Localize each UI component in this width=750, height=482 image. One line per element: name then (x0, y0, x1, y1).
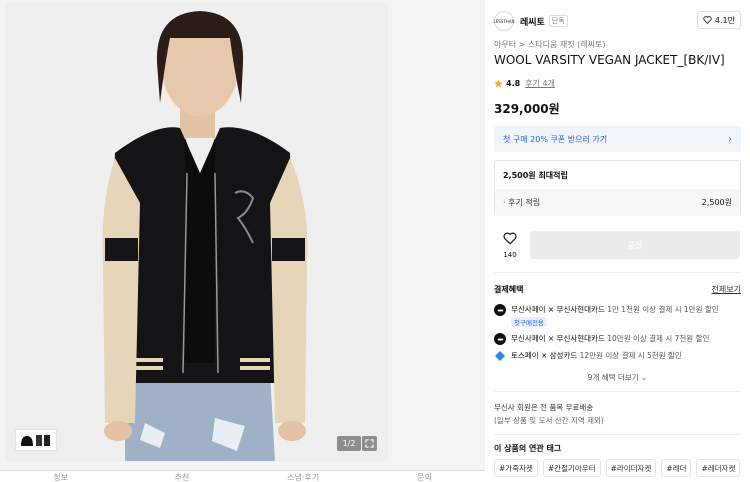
divider (494, 434, 741, 435)
tag-chip[interactable]: #간절기아우터 (542, 459, 601, 477)
benefit-name: 무신사페이 × 무신사현대카드 (511, 334, 605, 343)
benefit-name: 무신사페이 × 무신사현대카드 (511, 305, 605, 314)
detail-tabs: 정보 추천 스냅·후기 문의 (0, 470, 485, 482)
review-link[interactable]: 후기 4개 (525, 78, 555, 89)
brand-logo[interactable]: LESSTHAN (494, 11, 515, 31)
tab-inquiry[interactable]: 문의 (364, 471, 485, 482)
benefit-name: 토스페이 × 삼성카드 (511, 351, 578, 360)
brand-name[interactable]: 레씨토 (520, 15, 545, 28)
points-row-value: 2,500원 (701, 198, 732, 207)
payment-benefit-item[interactable]: 토스페이 × 삼성카드 12만원 이상 결제 시 5천원 할인 (494, 350, 682, 362)
divider (494, 391, 741, 392)
product-info-panel: LESSTHAN 레씨토 단독 4.1만 아우터 > 스타디움 재킷 (레씨토)… (485, 0, 750, 482)
thumbnail-image-icon (21, 435, 50, 446)
rating-row: 4.8 후기 4개 (494, 78, 555, 89)
product-title: WOOL VARSITY VEGAN JACKET_[BK/IV] (494, 53, 725, 67)
chevron-right-icon: › (728, 133, 732, 145)
expand-icon[interactable] (362, 436, 377, 451)
tag-chip[interactable]: #레더 (661, 459, 692, 477)
more-benefits-button[interactable]: 9개 혜택 더보기 ⌄ (485, 372, 750, 383)
first-purchase-tag: 첫구매전용 (511, 317, 547, 327)
benefit-desc: 10만원 이상 결제 시 7천원 할인 (607, 334, 710, 343)
purchase-actions: 140 품절 (494, 230, 741, 260)
tab-recommend[interactable]: 추천 (121, 471, 242, 482)
points-box: 2,500원 최대적립 · 후기 적립 2,500원 (494, 160, 741, 216)
shipping-exception-text: (일부 상품 및 도서 산간 지역 제외) (494, 416, 604, 425)
tag-chip[interactable]: #레더자켓 (696, 459, 741, 477)
payment-benefit-item[interactable]: 무신사페이 × 무신사현대카드 10만원 이상 결제 시 7천원 할인 (494, 333, 709, 345)
related-tags-title: 이 상품의 연관 태그 (494, 444, 562, 453)
payment-benefits-title: 결제혜택 (494, 285, 524, 294)
brand-like-count: 4.1만 (714, 15, 735, 25)
brand-like-button[interactable]: 4.1만 (696, 11, 741, 29)
heart-icon (703, 16, 712, 24)
heart-icon (503, 232, 517, 245)
musinsa-pay-icon (494, 333, 506, 345)
product-price: 329,000원 (494, 102, 560, 116)
points-title: 2,500원 최대적립 (503, 171, 568, 180)
tag-chip[interactable]: #가죽자켓 (494, 459, 538, 477)
toss-pay-icon (494, 350, 506, 362)
tag-chip[interactable]: #라이더자켓 (605, 459, 657, 477)
product-gallery: 1/2 정보 추천 스냅·후기 문의 (0, 0, 485, 482)
benefit-desc: 12만원 이상 결제 시 5천원 할인 (579, 351, 682, 360)
chevron-down-icon: ⌄ (641, 373, 648, 382)
free-shipping-text: 무신사 회원은 전 품목 무료배송 (494, 403, 594, 412)
rating-score: 4.8 (506, 79, 521, 88)
tab-info[interactable]: 정보 (0, 471, 121, 482)
model-illustration (5, 3, 388, 461)
more-benefits-label: 9개 혜택 더보기 (587, 373, 639, 382)
brand-row: LESSTHAN 레씨토 단독 4.1만 (494, 10, 741, 32)
points-row-label: · 후기 적립 (503, 198, 541, 207)
sold-out-button[interactable]: 품절 (530, 231, 740, 259)
coupon-label: 첫 구매 20% 쿠폰 받으러 가기 (503, 134, 608, 144)
image-counter: 1/2 (337, 436, 361, 451)
divider (494, 272, 741, 273)
related-tags: #가죽자켓 #간절기아우터 #라이더자켓 #레더 #레더자켓 (494, 459, 741, 477)
view-all-link[interactable]: 전체보기 (712, 284, 741, 295)
product-like-count: 140 (503, 251, 517, 259)
payment-benefits-header: 결제혜택 전체보기 (494, 284, 741, 295)
musinsa-pay-icon (494, 304, 506, 316)
first-purchase-coupon-banner[interactable]: 첫 구매 20% 쿠폰 받으러 가기 › (494, 126, 741, 152)
shipping-info: 무신사 회원은 전 품목 무료배송 (일부 상품 및 도서 산간 지역 제외) (494, 401, 604, 427)
product-photo[interactable] (5, 3, 388, 461)
points-row: · 후기 적립 2,500원 (495, 189, 740, 216)
star-icon (494, 79, 503, 88)
thumbnail-button[interactable] (15, 429, 57, 451)
payment-benefit-item[interactable]: 무신사페이 × 무신사현대카드 1만 1천원 이상 결제 시 1만원 할인 첫구… (494, 304, 719, 327)
product-like-button[interactable]: 140 (494, 230, 526, 259)
exclusive-badge: 단독 (548, 15, 568, 27)
benefit-desc: 1만 1천원 이상 결제 시 1만원 할인 (607, 305, 719, 314)
breadcrumb[interactable]: 아우터 > 스타디움 재킷 (레씨토) (494, 39, 605, 50)
tab-snap-review[interactable]: 스냅·후기 (243, 471, 364, 482)
